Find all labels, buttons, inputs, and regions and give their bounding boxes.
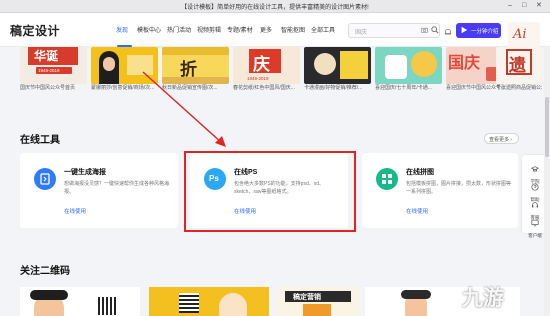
search-input[interactable]: 国庆	[355, 27, 367, 36]
headset-icon	[532, 202, 538, 208]
section-title-qr: 关注二维码	[20, 266, 70, 277]
qr-card[interactable]: 稿定营销	[277, 287, 359, 316]
window-titlebar: 【设计模板】简单好用的在线设计工具，提供丰富精美的设计图片素材! – □ ✕	[0, 0, 550, 13]
tool-use-link[interactable]: 在线使用	[64, 207, 86, 215]
site-header: 稿定设计 发现 模板中心 热门活动 视频剪辑 专题/素材 更多 智能抠图 全部工…	[0, 13, 550, 48]
tool-name: 在线拼图	[406, 169, 434, 176]
template-thumb[interactable]: 遗	[496, 47, 542, 84]
poster-icon	[34, 168, 56, 190]
section-title-tools: 在线工具	[20, 135, 60, 146]
tool-desc: 包括模板拼图，图片拼接，攒太数，形状拼图等一系列拼图。	[406, 181, 512, 195]
see-more-button[interactable]: 查看更多 ›	[484, 133, 519, 144]
template-thumb[interactable]	[375, 47, 442, 84]
template-thumb[interactable]: 华诞 1949-2019	[20, 47, 87, 84]
template-thumb[interactable]	[304, 47, 371, 84]
intro-button[interactable]: 一分钟介绍	[456, 23, 501, 38]
page-scrollbar[interactable]	[544, 47, 550, 316]
play-icon	[461, 26, 468, 34]
qr-cards: 稿定营销	[0, 287, 520, 316]
tool-card-collage[interactable]: 在线拼图 包括模板拼图，图片拼接，攒太数，形状拼图等一系列拼图。 在线使用	[362, 153, 518, 228]
nav-all-tools[interactable]: 全部工具	[311, 25, 335, 34]
avatar[interactable]: Ai	[508, 22, 540, 48]
scrollbar-thumb[interactable]	[545, 97, 549, 157]
school-icon	[530, 166, 540, 172]
nav-cutout[interactable]: 智能抠图	[281, 25, 305, 34]
highlight-box	[184, 151, 356, 232]
nav-more[interactable]: 更多	[260, 25, 272, 34]
tool-card-poster[interactable]: 一键生成海报 想做海报没灵感？一键快速帮你生成各种风格海报。 在线使用	[20, 153, 178, 228]
maximize-button[interactable]: □	[522, 2, 526, 10]
nav-discover[interactable]: 发现	[116, 25, 128, 34]
template-caption[interactable]: 秋日新品促销宣传图/次...	[162, 84, 229, 91]
watermark-logo: 九游	[462, 285, 504, 310]
template-caption[interactable]: 千张遗照商品促销公众号首...	[496, 84, 542, 91]
template-thumb[interactable]: 庆 1949-2019	[233, 47, 300, 84]
nav-video[interactable]: 视频剪辑	[197, 25, 221, 34]
template-caption[interactable]: 卡通漫画/好物促销/推荐/...	[304, 84, 371, 91]
site-logo[interactable]: 稿定设计	[10, 22, 60, 39]
template-caption[interactable]: 国庆节中国风公众号首页	[20, 84, 87, 91]
template-thumb[interactable]	[91, 47, 158, 84]
qr-card[interactable]	[149, 287, 269, 316]
grid-icon	[376, 168, 398, 190]
qr-card[interactable]	[20, 287, 140, 316]
window-title: 【设计模板】简单好用的在线设计工具，提供丰富精美的设计图片素材!	[181, 5, 369, 11]
camera-icon[interactable]	[421, 27, 428, 33]
tool-use-link[interactable]: 在线使用	[406, 207, 428, 215]
search-box[interactable]: 国庆	[348, 23, 440, 38]
nav-templates[interactable]: 模板中心	[137, 25, 161, 34]
template-caption[interactable]: 喜迎国庆/七十周年/卡通...	[375, 84, 442, 91]
search-icon[interactable]	[431, 26, 439, 34]
template-thumb[interactable]: 折	[162, 47, 229, 84]
nav-activities[interactable]: 热门活动	[167, 25, 191, 34]
bell-icon[interactable]	[444, 28, 452, 36]
close-button[interactable]: ✕	[536, 2, 542, 10]
template-caption[interactable]: 蒙娜丽莎/创意促销/商场/次...	[91, 84, 158, 91]
help-icon	[531, 183, 539, 191]
template-caption[interactable]: 春花剪纸/红色中国风/国庆...	[233, 84, 300, 91]
desktop-icon	[531, 219, 539, 227]
nav-topics[interactable]: 专题/素材	[227, 25, 253, 34]
minimize-button[interactable]: –	[508, 2, 512, 10]
avatar-signature: Ai	[513, 27, 527, 42]
tool-desc: 想做海报没灵感？一键快速帮你生成各种风格海报。	[64, 181, 170, 195]
intro-label: 一分钟介绍	[471, 29, 499, 35]
tool-name: 一键生成海报	[64, 169, 106, 176]
